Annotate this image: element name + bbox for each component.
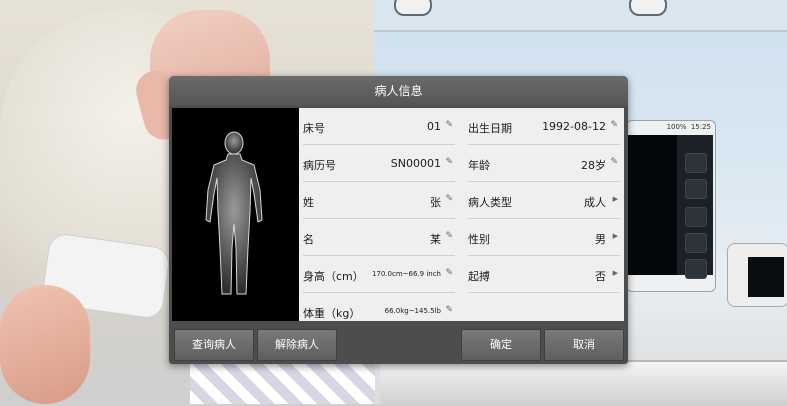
pencil-icon[interactable]: ✎ <box>445 268 453 278</box>
dialog-title: 病人信息 <box>169 76 628 106</box>
patient-info-dialog: 病人信息 床号 01 ✎ 病历号 SN00001 ✎ 姓 张 ✎ 名 某 ✎ 身… <box>169 76 628 364</box>
pencil-icon[interactable]: ✎ <box>445 194 453 204</box>
field-height[interactable]: 身高（cm） 170.0cm~66.9 inch ✎ <box>303 256 455 293</box>
body-figure-area <box>172 108 296 321</box>
arrow-right-icon[interactable]: ▶ <box>613 232 618 240</box>
secondary-monitor <box>727 243 787 307</box>
battery-level: 100% <box>666 123 687 131</box>
field-value: 某 <box>430 233 441 246</box>
field-label: 姓 <box>303 196 314 209</box>
bed-rail <box>380 360 787 406</box>
pencil-icon[interactable]: ✎ <box>610 120 618 130</box>
field-value: 张 <box>430 196 441 209</box>
field-value: 成人 <box>584 196 606 209</box>
monitor-time: 15:25 <box>690 123 711 131</box>
secondary-monitor-screen <box>748 257 784 297</box>
pencil-icon[interactable]: ✎ <box>445 305 453 315</box>
field-label: 床号 <box>303 122 325 135</box>
dialog-footer: 查询病人 解除病人 确定 取消 <box>169 326 628 364</box>
pencil-icon[interactable]: ✎ <box>445 231 453 241</box>
pencil-icon[interactable]: ✎ <box>445 120 453 130</box>
pencil-icon[interactable]: ✎ <box>445 157 453 167</box>
field-value: 否 <box>595 270 606 283</box>
fields-left-column: 床号 01 ✎ 病历号 SN00001 ✎ 姓 张 ✎ 名 某 ✎ 身高（cm）… <box>299 108 459 321</box>
release-patient-button[interactable]: 解除病人 <box>257 329 337 361</box>
confirm-button[interactable]: 确定 <box>461 329 541 361</box>
arm <box>0 285 90 404</box>
field-birth-date[interactable]: 出生日期 1992-08-12 ✎ <box>468 108 620 145</box>
field-bed-number[interactable]: 床号 01 ✎ <box>303 108 455 145</box>
monitor-silence-button[interactable] <box>685 179 707 199</box>
field-label: 年龄 <box>468 159 490 172</box>
field-value: 1992-08-12 <box>542 120 606 133</box>
field-label: 病人类型 <box>468 196 512 209</box>
field-label: 出生日期 <box>468 122 512 135</box>
monitor-screen <box>627 135 677 275</box>
shelf-knob <box>394 0 432 16</box>
human-body-icon <box>205 131 263 295</box>
monitor-lock-button[interactable] <box>685 233 707 253</box>
field-value: 170.0cm~66.9 inch <box>371 270 441 278</box>
monitor-status: 100% 15:25 <box>667 123 711 131</box>
patient-fields-grid: 床号 01 ✎ 病历号 SN00001 ✎ 姓 张 ✎ 名 某 ✎ 身高（cm）… <box>299 108 624 321</box>
field-value: 66.0kg~145.5lb <box>384 307 441 315</box>
field-gender[interactable]: 性别 男 ▶ <box>468 219 620 256</box>
field-label: 性别 <box>468 233 490 246</box>
field-record-number[interactable]: 病历号 SN00001 ✎ <box>303 145 455 182</box>
field-age[interactable]: 年龄 28岁 ✎ <box>468 145 620 182</box>
shelf-knob <box>629 0 667 16</box>
field-value: 28岁 <box>581 159 606 172</box>
field-value: 01 <box>427 120 441 133</box>
field-label: 体重（kg） <box>303 307 361 320</box>
monitor-patient-button[interactable] <box>685 207 707 227</box>
field-value: 男 <box>595 233 606 246</box>
field-first-name[interactable]: 名 某 ✎ <box>303 219 455 256</box>
ceiling-shelf <box>374 0 787 32</box>
arrow-right-icon[interactable]: ▶ <box>613 269 618 277</box>
monitor-alarm-button[interactable] <box>685 153 707 173</box>
cancel-button[interactable]: 取消 <box>544 329 624 361</box>
fields-right-column: 出生日期 1992-08-12 ✎ 年龄 28岁 ✎ 病人类型 成人 ▶ 性别 … <box>464 108 624 321</box>
dialog-body: 床号 01 ✎ 病历号 SN00001 ✎ 姓 张 ✎ 名 某 ✎ 身高（cm）… <box>172 108 624 321</box>
patient-monitor: 100% 15:25 <box>626 120 716 292</box>
arrow-right-icon[interactable]: ▶ <box>613 195 618 203</box>
field-value: SN00001 <box>390 157 441 170</box>
field-label: 名 <box>303 233 314 246</box>
field-label: 身高（cm） <box>303 270 364 283</box>
field-label: 病历号 <box>303 159 336 172</box>
field-weight[interactable]: 体重（kg） 66.0kg~145.5lb ✎ <box>303 293 455 329</box>
field-last-name[interactable]: 姓 张 ✎ <box>303 182 455 219</box>
monitor-menu-button[interactable] <box>685 259 707 279</box>
field-pacemaker[interactable]: 起搏 否 ▶ <box>468 256 620 293</box>
pencil-icon[interactable]: ✎ <box>610 157 618 167</box>
field-label: 起搏 <box>468 270 490 283</box>
field-patient-type[interactable]: 病人类型 成人 ▶ <box>468 182 620 219</box>
query-patient-button[interactable]: 查询病人 <box>174 329 254 361</box>
